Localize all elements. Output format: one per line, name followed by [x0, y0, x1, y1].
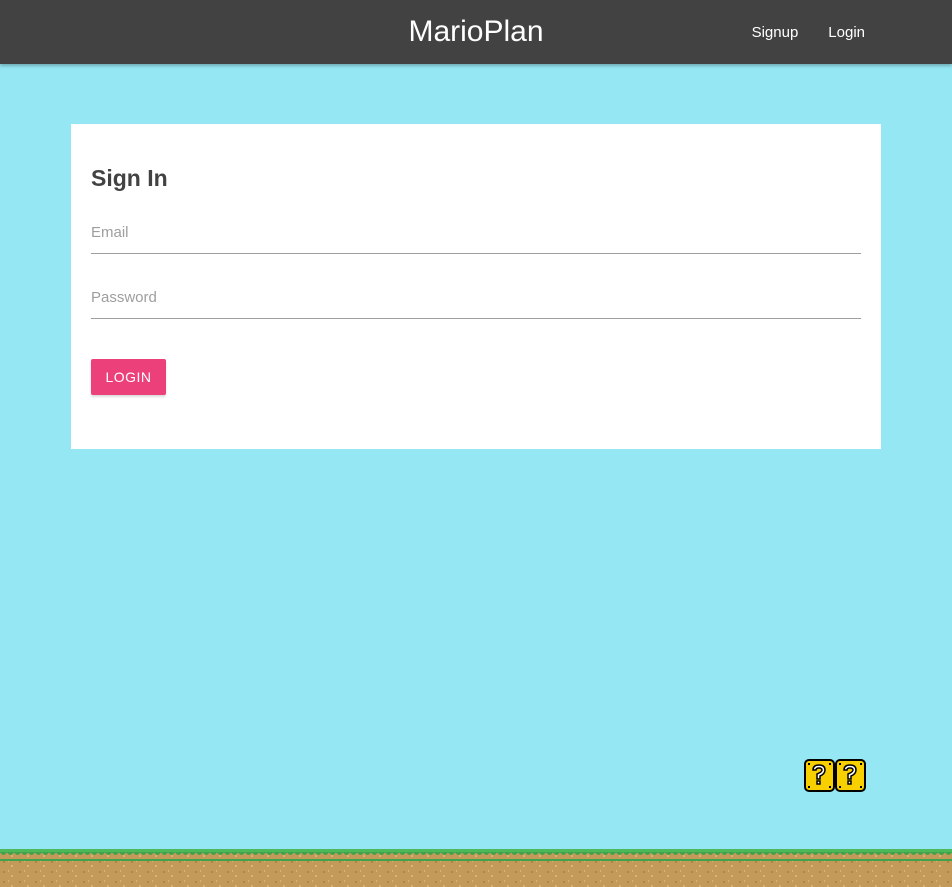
question-block-icon	[804, 759, 866, 792]
password-field-container	[91, 277, 861, 319]
signin-form: Sign In LOGIN	[71, 124, 881, 449]
brand-logo[interactable]: MarioPlan	[408, 15, 543, 48]
signup-link[interactable]: Signup	[752, 24, 799, 41]
login-link[interactable]: Login	[828, 24, 865, 41]
password-input[interactable]	[91, 277, 861, 317]
grass-ground-icon	[0, 849, 952, 887]
login-button[interactable]: LOGIN	[91, 359, 166, 395]
question-block-left	[804, 759, 835, 792]
top-navbar: MarioPlan Signup Login	[0, 0, 952, 64]
email-input[interactable]	[91, 212, 861, 252]
question-block-right	[835, 759, 866, 792]
email-field-container	[91, 212, 861, 254]
form-title: Sign In	[91, 165, 168, 191]
nav-links: Signup Login	[752, 0, 865, 64]
